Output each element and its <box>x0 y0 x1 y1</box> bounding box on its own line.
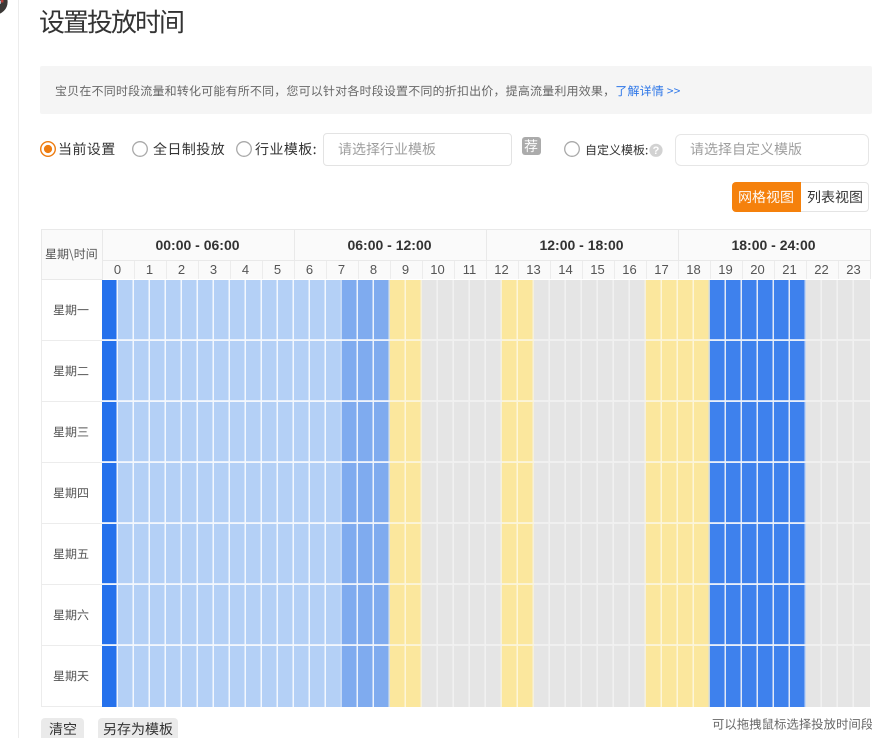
svg-text:?: ? <box>653 145 660 157</box>
